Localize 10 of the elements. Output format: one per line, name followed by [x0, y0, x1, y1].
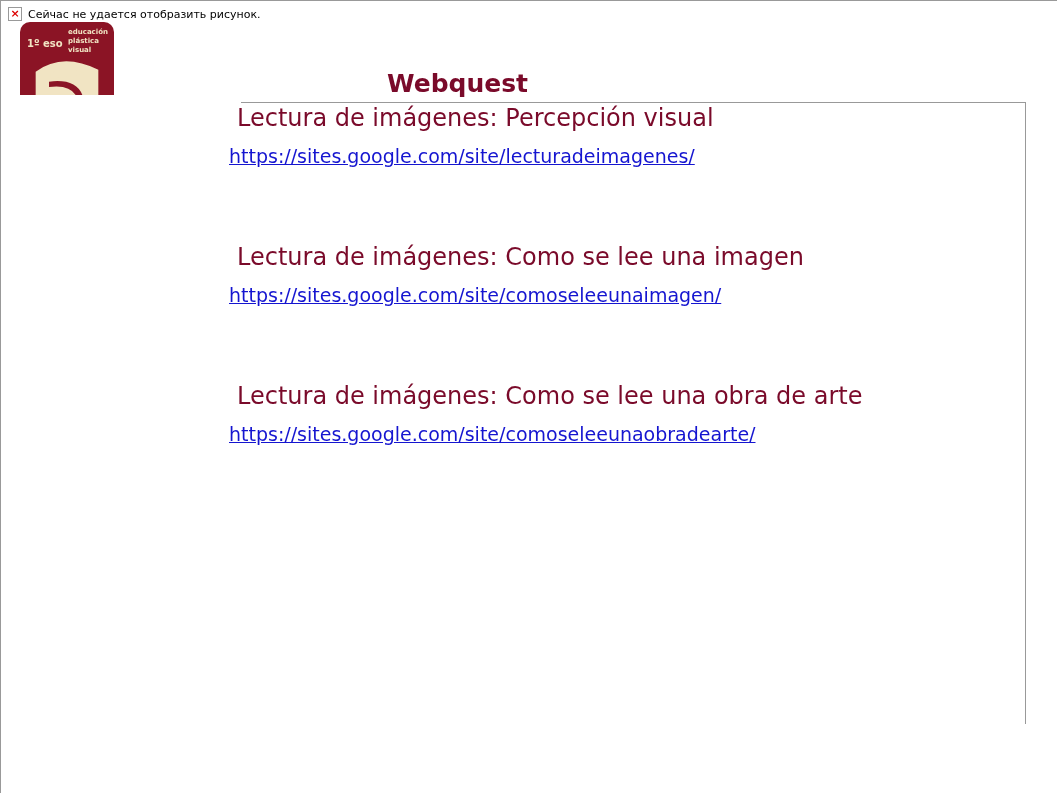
broken-image-message: Сейчас не удается отобразить рисунок.: [28, 7, 261, 21]
link[interactable]: https://sites.google.com/site/comoseleeunaimagen/: [229, 284, 722, 306]
link[interactable]: https://sites.google.com/site/comoseleeunaobradearte/: [229, 423, 756, 445]
section-heading: Lectura de imágenes: Percepción visual: [237, 103, 715, 133]
broken-image-icon: ×: [8, 7, 22, 21]
section-heading: Lectura de imágenes: Como se lee una obra de arte: [237, 381, 864, 411]
logo-course-text: 1º eso: [27, 38, 63, 49]
link[interactable]: https://sites.google.com/site/lecturadeimagenes/: [229, 145, 695, 167]
section-heading: Lectura de imágenes: Como se lee una imagen: [237, 242, 805, 272]
page-title: Webquest: [387, 69, 529, 99]
